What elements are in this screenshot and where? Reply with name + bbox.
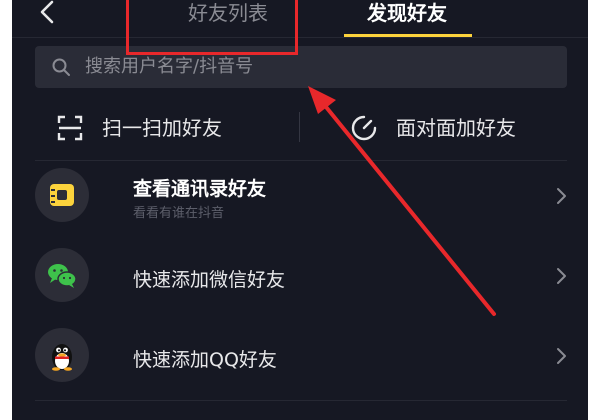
scan-add-friend-label: 扫一扫加好友	[102, 116, 222, 140]
chevron-right-icon	[557, 348, 566, 364]
back-button[interactable]	[34, 0, 60, 26]
list-item-subtitle: 看看有谁在抖音	[133, 206, 225, 221]
tab-discover-friends[interactable]: 发现好友	[342, 0, 472, 30]
list-bottom-divider	[35, 400, 567, 401]
scan-icon	[57, 115, 83, 141]
search-icon	[52, 58, 70, 76]
header-divider	[12, 37, 588, 38]
search-bar[interactable]: 搜索用户名字/抖音号	[35, 46, 567, 88]
face-to-face-add-label: 面对面加好友	[396, 116, 516, 140]
list-item-contacts[interactable]: 查看通讯录好友 看看有谁在抖音	[35, 168, 575, 228]
action-divider	[299, 112, 300, 142]
face-to-face-icon	[351, 115, 377, 141]
back-arrow-icon	[40, 0, 54, 24]
scan-add-friend-button[interactable]: 扫一扫加好友	[56, 108, 286, 148]
face-to-face-add-button[interactable]: 面对面加好友	[350, 108, 570, 148]
contacts-icon	[35, 168, 89, 222]
list-item-title: 快速添加微信好友	[133, 269, 286, 291]
app-screen: 好友列表 发现好友 搜索用户名字/抖音号 扫一扫加好友 面对面加好友 查看通讯录…	[12, 0, 588, 420]
list-item-wechat[interactable]: 快速添加微信好友	[35, 248, 575, 308]
qq-icon	[35, 328, 89, 382]
chevron-right-icon	[557, 188, 566, 204]
list-item-title: 快速添加QQ好友	[133, 349, 277, 371]
section-divider	[35, 160, 567, 161]
list-item-qq[interactable]: 快速添加QQ好友	[35, 328, 575, 388]
list-item-title: 查看通讯录好友	[133, 178, 267, 200]
annotation-highlight-box	[126, 0, 298, 55]
chevron-right-icon	[557, 268, 566, 284]
wechat-icon	[35, 248, 89, 302]
